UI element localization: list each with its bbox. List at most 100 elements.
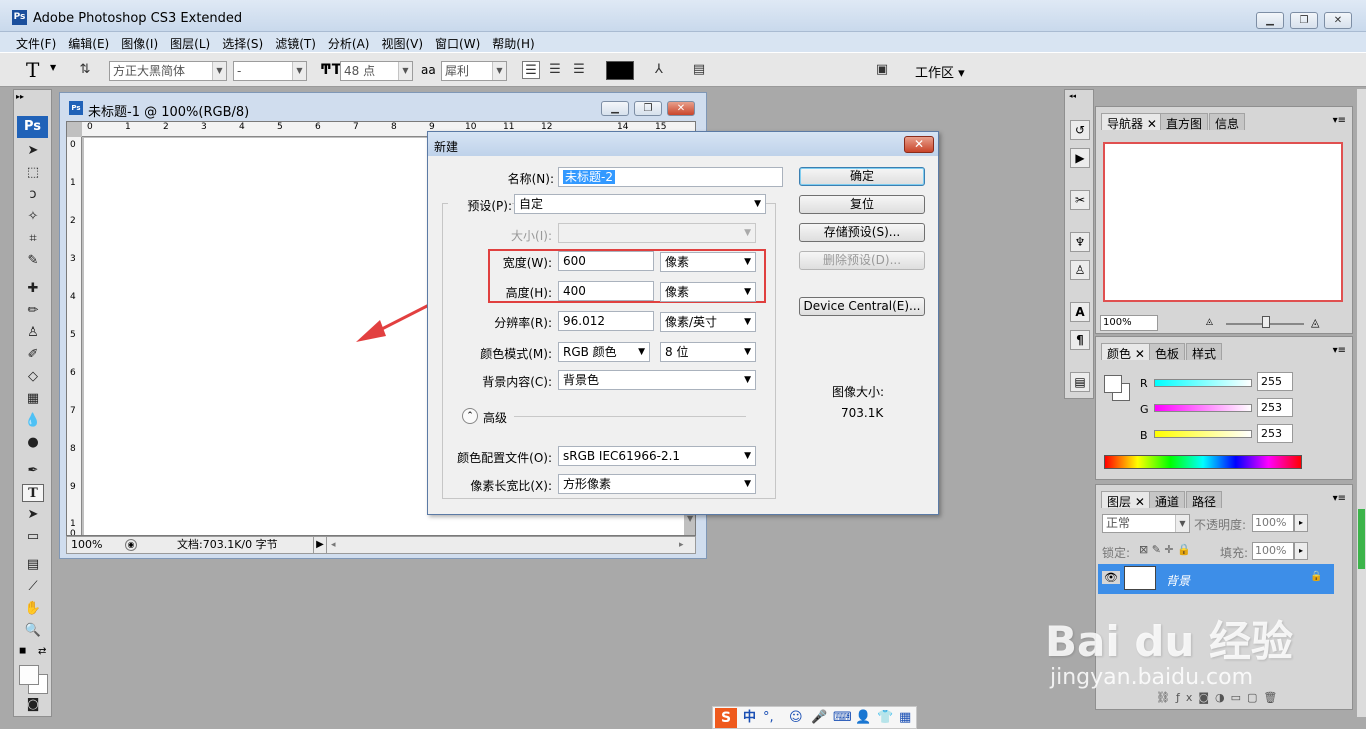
gradient-tool-icon[interactable]: ▦ [22, 390, 44, 408]
warp-text-icon[interactable]: ⅄ [650, 61, 668, 79]
blue-slider[interactable] [1154, 430, 1252, 438]
right-scrollbar[interactable] [1357, 89, 1366, 717]
menu-file[interactable]: 文件(F) [0, 32, 62, 52]
sogou-logo-icon[interactable]: S [715, 708, 737, 728]
scroll-down-icon[interactable]: ▼ [687, 514, 693, 523]
tool-presets-icon[interactable]: ✂ [1070, 190, 1090, 210]
navigator-proxy-view[interactable] [1103, 142, 1343, 302]
character-icon[interactable]: A [1070, 302, 1090, 322]
foreground-color-swatch[interactable] [19, 665, 39, 685]
font-family-select[interactable]: 方正大黑简体 ▼ [109, 61, 227, 81]
font-style-select[interactable]: - ▼ [233, 61, 307, 81]
navigator-zoom-field[interactable]: 100% [1100, 315, 1158, 331]
foreground-color-chip[interactable] [1104, 375, 1122, 393]
name-input[interactable]: 未标题-2 [558, 167, 783, 187]
scroll-left-icon[interactable]: ◂ [331, 537, 336, 553]
swap-colors-icon[interactable]: ⇄ [38, 646, 46, 657]
brushes-panel-icon[interactable]: ♆ [1070, 232, 1090, 252]
collapse-toolbox-icon[interactable]: ▸▸ [16, 92, 24, 101]
color-mode-select[interactable]: RGB 颜色 ▼ [558, 342, 650, 362]
layer-comps-icon[interactable]: ▤ [1070, 372, 1090, 392]
scroll-right-icon[interactable]: ▸ [679, 537, 684, 553]
doc-minimize-button[interactable]: ▁ [601, 101, 629, 116]
minimize-button[interactable]: ▁ [1256, 12, 1284, 29]
background-contents-select[interactable]: 背景色 ▼ [558, 370, 756, 390]
hand-tool-icon[interactable]: ✋ [22, 600, 44, 618]
skin-icon[interactable]: 👕 [877, 707, 893, 728]
fill-field[interactable]: 100% [1252, 542, 1294, 560]
height-input[interactable]: 400 [558, 281, 654, 301]
bit-depth-select[interactable]: 8 位 ▼ [660, 342, 756, 362]
menu-layer[interactable]: 图层(L) [164, 32, 216, 52]
antialias-select[interactable]: 犀利 ▼ [441, 61, 507, 81]
width-input[interactable]: 600 [558, 251, 654, 271]
align-left-icon[interactable]: ☰ [522, 61, 540, 79]
magic-wand-tool-icon[interactable]: ✧ [22, 208, 44, 226]
workspace-menu[interactable]: 工作区 ▾ [915, 62, 965, 81]
ime-chinese-mode[interactable]: 中 [743, 707, 756, 728]
tab-histogram[interactable]: 直方图 [1160, 113, 1209, 131]
save-preset-button[interactable]: 存储预设(S)... [799, 223, 925, 242]
toolbox-grid-icon[interactable]: ▦ [899, 707, 911, 728]
menu-select[interactable]: 选择(S) [216, 32, 269, 52]
marquee-tool-icon[interactable]: ⬚ [22, 164, 44, 182]
menu-window[interactable]: 窗口(W) [429, 32, 486, 52]
scroll-thumb[interactable] [1358, 509, 1365, 569]
zoom-out-icon[interactable]: ◬ [1206, 317, 1213, 327]
blend-mode-select[interactable]: 正常 ▼ [1102, 514, 1190, 533]
red-slider[interactable] [1154, 379, 1252, 387]
clone-stamp-tool-icon[interactable]: ♙ [22, 324, 44, 342]
ok-button[interactable]: 确定 [799, 167, 925, 186]
layer-row-background[interactable]: 👁 背景 🔒 [1098, 564, 1334, 594]
tab-styles[interactable]: 样式 [1186, 343, 1223, 361]
quick-mask-icon[interactable]: ◙ [22, 696, 44, 714]
history-brush-tool-icon[interactable]: ✐ [22, 346, 44, 364]
preset-select[interactable]: 自定 ▼ [514, 194, 766, 214]
tab-paths[interactable]: 路径 [1186, 491, 1223, 509]
type-tool-icon[interactable]: T [22, 484, 44, 502]
blue-value-field[interactable]: 253 [1257, 424, 1293, 443]
eraser-tool-icon[interactable]: ◇ [22, 368, 44, 386]
menu-view[interactable]: 视图(V) [375, 32, 429, 52]
panel-menu-icon[interactable]: ▾≡ [1333, 345, 1346, 356]
advanced-toggle-icon[interactable]: ⌃ [462, 408, 478, 424]
user-icon[interactable]: 👤 [855, 707, 871, 728]
pen-tool-icon[interactable]: ✒ [22, 462, 44, 480]
path-selection-tool-icon[interactable]: ➤ [22, 506, 44, 524]
restore-button[interactable]: ❐ [1290, 12, 1318, 29]
fill-arrow-icon[interactable]: ▸ [1294, 542, 1308, 560]
brush-tool-icon[interactable]: ✏ [22, 302, 44, 320]
lock-icons[interactable]: ⊠ ✎ ✛ 🔒 [1139, 543, 1191, 556]
text-tool-preset-icon[interactable]: T [26, 58, 39, 82]
red-value-field[interactable]: 255 [1257, 372, 1293, 391]
lasso-tool-icon[interactable]: ↄ [22, 186, 44, 204]
resolution-input[interactable]: 96.012 [558, 311, 654, 331]
dialog-close-button[interactable]: ✕ [904, 136, 934, 153]
zoom-slider-handle[interactable] [1262, 316, 1270, 328]
opacity-arrow-icon[interactable]: ▸ [1294, 514, 1308, 532]
height-unit-select[interactable]: 像素 ▼ [660, 282, 756, 302]
history-panel-icon[interactable]: ↺ [1070, 120, 1090, 140]
blur-tool-icon[interactable]: 💧 [22, 412, 44, 430]
align-right-icon[interactable]: ☰ [570, 61, 588, 79]
expand-dock-icon[interactable]: ◂◂ [1069, 92, 1076, 100]
eyedropper-tool-icon[interactable]: ⟋ [22, 578, 44, 596]
reset-button[interactable]: 复位 [799, 195, 925, 214]
paragraph-icon[interactable]: ¶ [1070, 330, 1090, 350]
pixel-aspect-select[interactable]: 方形像素 ▼ [558, 474, 756, 494]
notes-tool-icon[interactable]: ▤ [22, 556, 44, 574]
actions-panel-icon[interactable]: ▶ [1070, 148, 1090, 168]
menu-image[interactable]: 图像(I) [115, 32, 164, 52]
layer-footer-icons[interactable]: ⛓ƒx◙◑▭▢🗑 [1156, 691, 1283, 704]
tab-info[interactable]: 信息 [1209, 113, 1246, 131]
panel-menu-icon[interactable]: ▾≡ [1333, 493, 1346, 504]
menu-help[interactable]: 帮助(H) [486, 32, 540, 52]
ime-punctuation[interactable]: °, [763, 707, 774, 728]
dodge-tool-icon[interactable]: ● [22, 434, 44, 452]
preset-dropdown-arrow-icon[interactable]: ▼ [50, 63, 56, 72]
tab-navigator[interactable]: 导航器 ✕ [1101, 113, 1163, 131]
resolution-unit-select[interactable]: 像素/英寸 ▼ [660, 312, 756, 332]
doc-restore-button[interactable]: ❐ [634, 101, 662, 116]
zoom-tool-icon[interactable]: 🔍 [22, 622, 44, 640]
text-color-swatch[interactable] [606, 61, 634, 80]
